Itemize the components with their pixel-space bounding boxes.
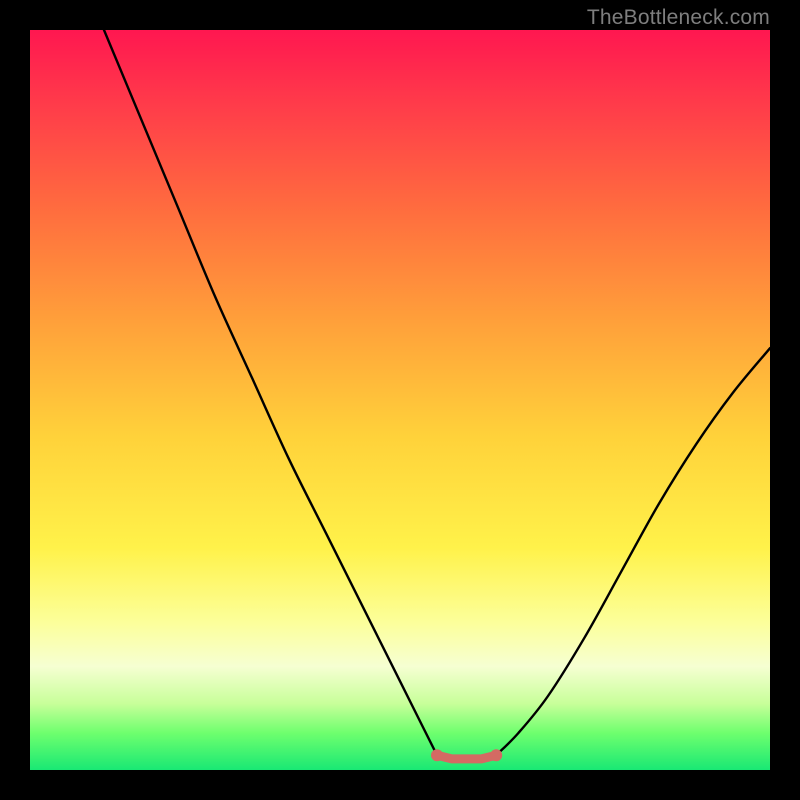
bottleneck-curve bbox=[30, 30, 770, 770]
watermark-text: TheBottleneck.com bbox=[587, 6, 770, 30]
flat-endpoint-left-dot bbox=[431, 749, 443, 761]
flat-endpoint-right-dot bbox=[490, 749, 502, 761]
plot-area bbox=[30, 30, 770, 770]
curve-left-branch bbox=[104, 30, 437, 755]
chart-frame: TheBottleneck.com bbox=[0, 0, 800, 800]
curve-right-branch bbox=[496, 348, 770, 755]
flat-minimum-segment bbox=[437, 755, 496, 759]
